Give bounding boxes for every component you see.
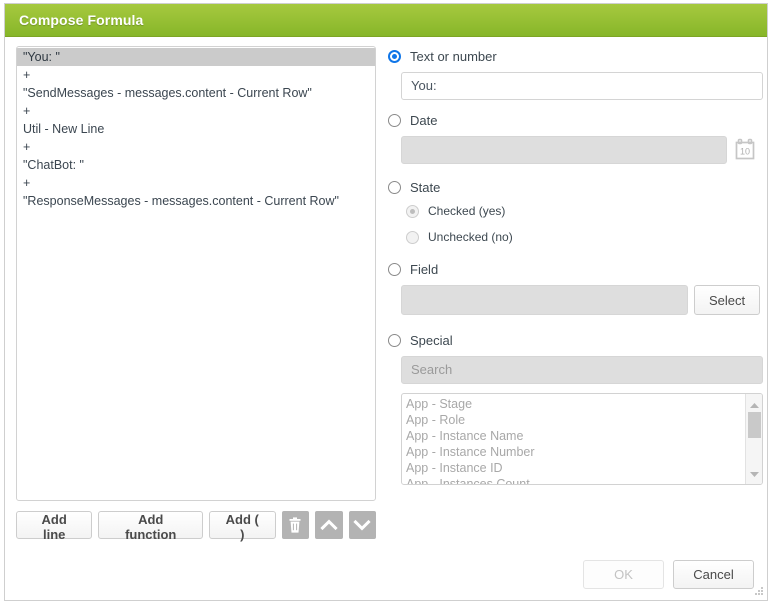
formula-editor[interactable]: "You: " + "SendMessages - messages.conte… — [16, 46, 376, 501]
dialog-body: "You: " + "SendMessages - messages.conte… — [5, 37, 767, 600]
move-line-down-button[interactable] — [348, 511, 376, 539]
radio-state[interactable] — [388, 180, 401, 194]
list-item[interactable]: App - Role — [406, 412, 745, 428]
option-label-text-or-number: Text or number — [410, 48, 497, 64]
list-item[interactable]: App - Instance ID — [406, 460, 745, 476]
formula-column: "You: " + "SendMessages - messages.conte… — [16, 46, 376, 542]
formula-line[interactable]: + — [17, 66, 375, 84]
calendar-icon[interactable]: 10 — [733, 136, 759, 164]
date-field-row: 10 — [401, 136, 763, 164]
dialog-titlebar: Compose Formula — [5, 4, 767, 37]
radio-text-or-number[interactable] — [388, 49, 401, 63]
formula-line[interactable]: Util - New Line — [17, 120, 375, 138]
formula-line[interactable]: + — [17, 138, 375, 156]
add-function-button[interactable]: Add function — [98, 511, 204, 542]
list-item[interactable]: App - Instances Count — [406, 476, 745, 484]
chevron-up-icon — [320, 518, 338, 532]
cancel-button[interactable]: Cancel — [673, 560, 754, 589]
field-select-button[interactable]: Select — [694, 285, 761, 315]
special-items-container: App - Stage App - Role App - Instance Na… — [402, 394, 745, 484]
option-label-state: State — [410, 179, 441, 195]
option-state[interactable]: State — [388, 176, 763, 198]
special-items-list[interactable]: App - Stage App - Role App - Instance Na… — [401, 393, 763, 485]
special-search-input: Search — [401, 356, 763, 384]
move-line-up-button[interactable] — [315, 511, 343, 539]
option-label-date: Date — [410, 112, 438, 128]
svg-text:10: 10 — [740, 146, 750, 156]
formula-line[interactable]: "ResponseMessages - messages.content - C… — [17, 192, 375, 210]
compose-formula-dialog: Compose Formula "You: " + "SendMessages … — [4, 3, 768, 601]
option-state-unchecked: Unchecked (no) — [406, 224, 763, 250]
option-label-field: Field — [410, 261, 439, 277]
scroll-down-arrow-icon[interactable] — [749, 466, 760, 481]
field-row: Select — [401, 285, 763, 315]
formula-line[interactable]: "You: " — [17, 48, 375, 66]
scrollbar-thumb[interactable] — [748, 412, 761, 438]
list-item[interactable]: App - Instance Name — [406, 428, 745, 444]
list-item[interactable]: App - Stage — [406, 396, 745, 412]
scroll-up-arrow-icon[interactable] — [749, 397, 760, 412]
special-search-row: Search — [401, 356, 763, 384]
option-field[interactable]: Field — [388, 258, 763, 280]
delete-line-button[interactable] — [281, 511, 309, 539]
option-label-state-checked: Checked (yes) — [428, 204, 506, 218]
option-label-state-unchecked: Unchecked (no) — [428, 230, 513, 244]
option-label-special: Special — [410, 332, 453, 348]
radio-state-unchecked — [406, 230, 419, 244]
list-item[interactable]: App - Instance Number — [406, 444, 745, 460]
trash-icon — [287, 516, 303, 534]
formula-line[interactable]: + — [17, 174, 375, 192]
text-or-number-input[interactable]: You: — [401, 72, 763, 100]
special-list-scrollbar[interactable] — [745, 394, 762, 484]
option-state-checked: Checked (yes) — [406, 198, 763, 224]
resize-grip[interactable] — [752, 585, 764, 597]
formula-line[interactable]: "SendMessages - messages.content - Curre… — [17, 84, 375, 102]
text-or-number-field-row: You: — [401, 72, 763, 100]
date-input — [401, 136, 727, 164]
chevron-down-icon — [353, 518, 371, 532]
value-options-column: Text or number You: Date 10 State Checke… — [388, 45, 763, 485]
dialog-title: Compose Formula — [19, 12, 144, 28]
option-date[interactable]: Date — [388, 109, 763, 131]
radio-special[interactable] — [388, 333, 401, 347]
formula-line[interactable]: "ChatBot: " — [17, 156, 375, 174]
add-line-button[interactable]: Add line — [16, 511, 93, 542]
formula-toolbar: Add line Add function Add ( ) — [16, 511, 376, 542]
formula-line[interactable]: + — [17, 102, 375, 120]
radio-state-checked — [406, 204, 419, 218]
add-parentheses-button[interactable]: Add ( ) — [209, 511, 276, 542]
option-special[interactable]: Special — [388, 329, 763, 351]
ok-button[interactable]: OK — [583, 560, 664, 589]
field-input — [401, 285, 688, 315]
option-text-or-number[interactable]: Text or number — [388, 45, 763, 67]
radio-date[interactable] — [388, 113, 401, 127]
radio-field[interactable] — [388, 262, 401, 276]
dialog-footer: OK Cancel — [583, 560, 754, 589]
